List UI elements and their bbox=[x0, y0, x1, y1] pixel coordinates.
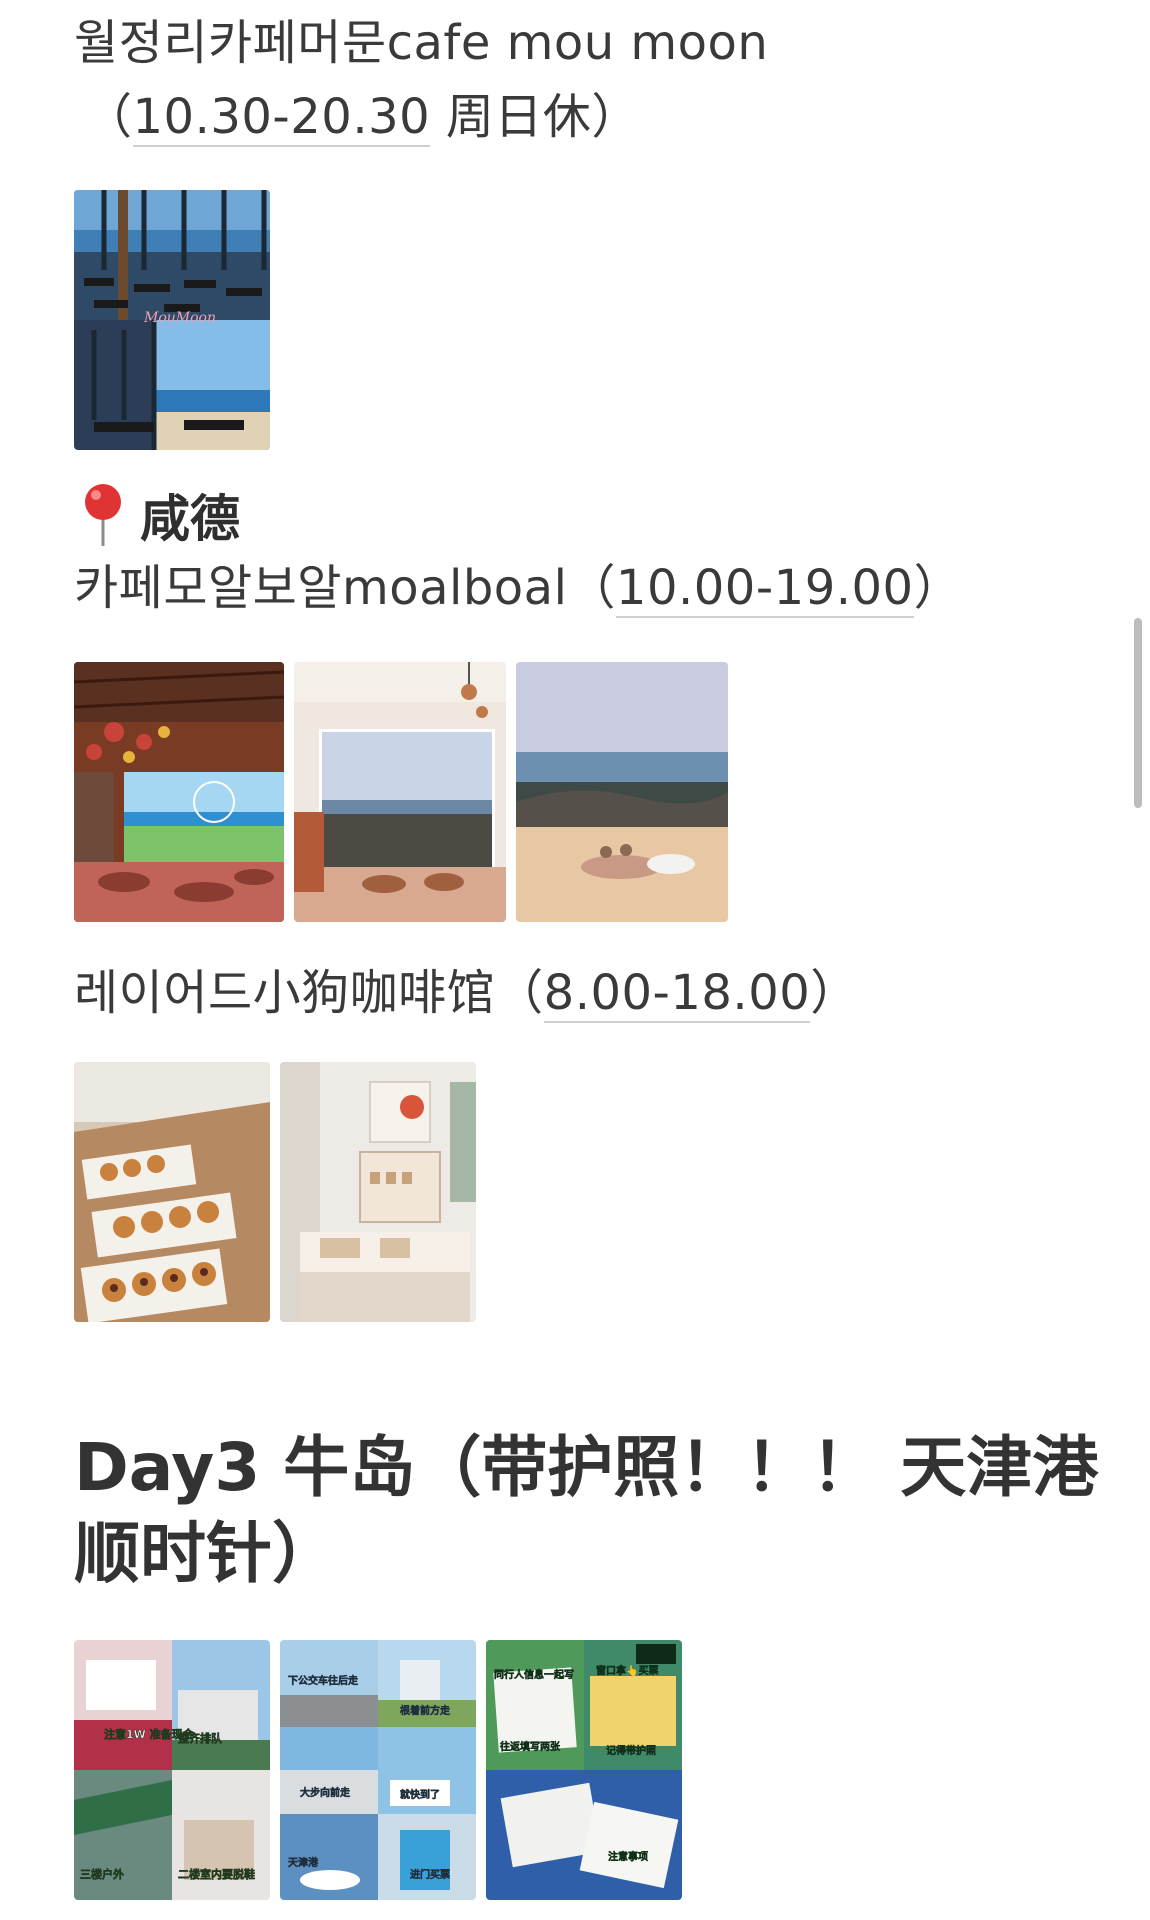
hours-closed-note: 周日休） bbox=[430, 89, 640, 145]
ferry-tip-2f: 二楼室内要脱鞋 bbox=[178, 1867, 255, 1881]
ticket-tip-3: 往返填写两张 bbox=[500, 1740, 561, 1753]
ticket-tip-4: 记得带护照 bbox=[606, 1744, 656, 1757]
moalboal-photo-interior[interactable] bbox=[74, 662, 284, 922]
vertical-scrollbar[interactable] bbox=[1134, 618, 1142, 808]
location-name: 咸德 bbox=[140, 490, 240, 548]
cafe-name: 월정리카페머문cafe mou moon bbox=[74, 15, 769, 71]
mou-moon-sign: MouMoon bbox=[143, 310, 216, 326]
mou-moon-photo-row: MouMoon bbox=[74, 190, 270, 450]
route-step-6: 进门买票 bbox=[410, 1868, 450, 1881]
day3-heading-line2: 顺时针） bbox=[74, 1515, 338, 1592]
ticket-tip-1: 同行人信息一起写 bbox=[494, 1668, 574, 1681]
layered-photo-pastries[interactable] bbox=[74, 1062, 270, 1322]
layered-cafe-name: 레이어드小狗咖啡馆（ bbox=[74, 965, 544, 1021]
ticket-tip-5: 注意事项 bbox=[608, 1850, 648, 1863]
hours-link[interactable]: 8.00-18.00 bbox=[543, 965, 811, 1023]
hours-link[interactable]: 10.30-20.30 bbox=[132, 89, 431, 147]
route-step-5: 天津港 bbox=[288, 1856, 319, 1869]
moalboal-photo-window[interactable] bbox=[294, 662, 506, 922]
hours-open-paren: （ bbox=[84, 89, 133, 145]
location-heading: 咸德 bbox=[80, 480, 240, 550]
cafe-mou-moon-hours-line: （10.30-20.30 周日休） bbox=[84, 82, 640, 152]
moalboal-cafe-line: 카페모알보알moalboal（10.00-19.00） bbox=[74, 553, 962, 623]
round-pushpin-icon bbox=[80, 482, 126, 548]
day3-photo-ferry-tips[interactable]: 注意1W 准备现金 整齐排队 三楼户外 二楼室内要脱鞋 bbox=[74, 1640, 270, 1900]
day3-photo-row: 注意1W 准备现金 整齐排队 三楼户外 二楼室内要脱鞋 下公交车往后走 根着前方… bbox=[74, 1640, 682, 1900]
moalboal-photo-row bbox=[74, 662, 728, 922]
ticket-tip-2: 窗口拿👆买票 bbox=[596, 1664, 658, 1677]
mou-moon-photo[interactable]: MouMoon bbox=[74, 190, 270, 450]
moalboal-name: 카페모알보알moalboal（ bbox=[74, 560, 616, 616]
day3-photo-route[interactable]: 下公交车往后走 根着前方走 大步向前走 就快到了 天津港 进门买票 bbox=[280, 1640, 476, 1900]
ferry-tip-queue: 整齐排队 bbox=[177, 1731, 223, 1745]
route-step-2: 根着前方走 bbox=[400, 1704, 451, 1717]
day3-heading: Day3 牛岛（带护照！！！ 天津港 顺时针） bbox=[74, 1425, 1098, 1597]
cafe-mou-moon-title: 월정리카페머문cafe mou moon bbox=[74, 8, 768, 78]
moalboal-photo-beach[interactable] bbox=[516, 662, 728, 922]
close-paren: ） bbox=[913, 560, 963, 616]
route-step-4: 就快到了 bbox=[400, 1788, 440, 1801]
route-step-3: 大步向前走 bbox=[300, 1786, 351, 1799]
layered-cafe-line: 레이어드小狗咖啡馆（8.00-18.00） bbox=[74, 958, 859, 1028]
layered-photo-row bbox=[74, 1062, 476, 1322]
day3-photo-ticket[interactable]: 同行人信息一起写 窗口拿👆买票 往返填写两张 记得带护照 注意事项 bbox=[486, 1640, 682, 1900]
close-paren: ） bbox=[810, 965, 859, 1021]
day3-heading-line1: Day3 牛岛（带护照！！！ 天津港 bbox=[74, 1429, 1099, 1506]
layered-photo-interior[interactable] bbox=[280, 1062, 476, 1322]
ferry-tip-3f: 三楼户外 bbox=[80, 1867, 124, 1881]
hours-link[interactable]: 10.00-19.00 bbox=[615, 560, 914, 618]
route-step-1: 下公交车往后走 bbox=[288, 1674, 359, 1687]
